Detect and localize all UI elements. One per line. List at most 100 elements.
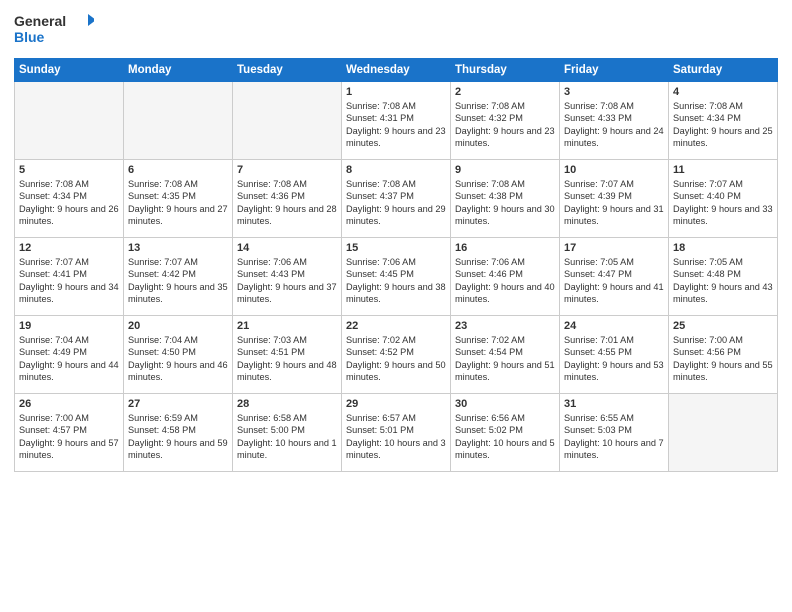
day-number: 21 xyxy=(237,320,337,332)
calendar-table: SundayMondayTuesdayWednesdayThursdayFrid… xyxy=(14,58,778,472)
weekday-header-sunday: Sunday xyxy=(15,59,124,82)
day-cell: 1Sunrise: 7:08 AMSunset: 4:31 PMDaylight… xyxy=(342,82,451,160)
day-number: 18 xyxy=(673,242,773,254)
day-cell: 2 Sunrise: 7:08 AMSunset: 4:32 PMDaylight… xyxy=(451,82,560,160)
cell-details: Sunrise: 6:59 AMSunset: 4:58 PMDaylight:… xyxy=(128,412,228,462)
day-number: 12 xyxy=(19,242,119,254)
day-number: 14 xyxy=(237,242,337,254)
logo: General Blue xyxy=(14,10,94,50)
day-number: 20 xyxy=(128,320,228,332)
day-number: 23 xyxy=(455,320,555,332)
day-cell: 19Sunrise: 7:04 AMSunset: 4:49 PMDayligh… xyxy=(15,316,124,394)
weekday-header-row: SundayMondayTuesdayWednesdayThursdayFrid… xyxy=(15,59,778,82)
day-number: 3 xyxy=(564,86,664,98)
day-cell: 16 Sunrise: 7:06 AMSunset: 4:46 PMDayligh… xyxy=(451,238,560,316)
day-number: 29 xyxy=(346,398,446,410)
cell-details: Sunrise: 7:07 AMSunset: 4:41 PMDaylight:… xyxy=(19,256,119,306)
weekday-header-thursday: Thursday xyxy=(451,59,560,82)
cell-details: Sunrise: 7:00 AMSunset: 4:56 PMDaylight:… xyxy=(673,334,773,384)
day-cell: 6Sunrise: 7:08 AMSunset: 4:35 PMDaylight… xyxy=(124,160,233,238)
day-number: 7 xyxy=(237,164,337,176)
page: General Blue SundayMondayTuesdayWednesda… xyxy=(0,0,792,612)
day-cell: 26 Sunrise: 7:00 AMSunset: 4:57 PMDayligh… xyxy=(15,394,124,472)
day-cell: 17 Sunrise: 7:05 AMSunset: 4:47 PMDayligh… xyxy=(560,238,669,316)
day-cell xyxy=(233,82,342,160)
cell-details: Sunrise: 7:08 AMSunset: 4:32 PMDaylight:… xyxy=(455,100,555,150)
cell-details: Sunrise: 6:58 AMSunset: 5:00 PMDaylight:… xyxy=(237,412,337,462)
day-number: 4 xyxy=(673,86,773,98)
day-number: 5 xyxy=(19,164,119,176)
day-number: 19 xyxy=(19,320,119,332)
day-cell: 3Sunrise: 7:08 AMSunset: 4:33 PMDaylight… xyxy=(560,82,669,160)
cell-details: Sunrise: 7:00 AMSunset: 4:57 PMDaylight:… xyxy=(19,412,119,462)
day-cell: 9 Sunrise: 7:08 AMSunset: 4:38 PMDaylight… xyxy=(451,160,560,238)
day-number: 31 xyxy=(564,398,664,410)
day-number: 2 xyxy=(455,86,555,98)
day-number: 24 xyxy=(564,320,664,332)
cell-details: Sunrise: 6:55 AMSunset: 5:03 PMDaylight:… xyxy=(564,412,664,462)
day-number: 22 xyxy=(346,320,446,332)
cell-details: Sunrise: 7:06 AMSunset: 4:45 PMDaylight:… xyxy=(346,256,446,306)
day-cell xyxy=(15,82,124,160)
day-cell: 20Sunrise: 7:04 AMSunset: 4:50 PMDayligh… xyxy=(124,316,233,394)
day-number: 8 xyxy=(346,164,446,176)
cell-details: Sunrise: 7:06 AMSunset: 4:43 PMDaylight:… xyxy=(237,256,337,306)
cell-details: Sunrise: 7:08 AMSunset: 4:34 PMDaylight:… xyxy=(673,100,773,150)
day-cell: 14 Sunrise: 7:06 AMSunset: 4:43 PMDayligh… xyxy=(233,238,342,316)
day-number: 16 xyxy=(455,242,555,254)
cell-details: Sunrise: 7:08 AMSunset: 4:36 PMDaylight:… xyxy=(237,178,337,228)
cell-details: Sunrise: 6:57 AMSunset: 5:01 PMDaylight:… xyxy=(346,412,446,462)
weekday-header-monday: Monday xyxy=(124,59,233,82)
day-number: 25 xyxy=(673,320,773,332)
day-cell: 29 Sunrise: 6:57 AMSunset: 5:01 PMDayligh… xyxy=(342,394,451,472)
cell-details: Sunrise: 7:07 AMSunset: 4:42 PMDaylight:… xyxy=(128,256,228,306)
cell-details: Sunrise: 7:08 AMSunset: 4:37 PMDaylight:… xyxy=(346,178,446,228)
cell-details: Sunrise: 7:05 AMSunset: 4:47 PMDaylight:… xyxy=(564,256,664,306)
day-cell: 31 Sunrise: 6:55 AMSunset: 5:03 PMDayligh… xyxy=(560,394,669,472)
logo-svg: General Blue xyxy=(14,10,94,50)
cell-details: Sunrise: 7:01 AMSunset: 4:55 PMDaylight:… xyxy=(564,334,664,384)
cell-details: Sunrise: 7:08 AMSunset: 4:35 PMDaylight:… xyxy=(128,178,228,228)
day-cell: 18 Sunrise: 7:05 AMSunset: 4:48 PMDayligh… xyxy=(669,238,778,316)
day-cell: 13 Sunrise: 7:07 AMSunset: 4:42 PMDayligh… xyxy=(124,238,233,316)
day-cell: 4 Sunrise: 7:08 AMSunset: 4:34 PMDaylight… xyxy=(669,82,778,160)
week-row-1: 5 Sunrise: 7:08 AMSunset: 4:34 PMDaylight… xyxy=(15,160,778,238)
day-cell: 25 Sunrise: 7:00 AMSunset: 4:56 PMDayligh… xyxy=(669,316,778,394)
day-cell: 10Sunrise: 7:07 AMSunset: 4:39 PMDayligh… xyxy=(560,160,669,238)
day-cell xyxy=(669,394,778,472)
svg-text:Blue: Blue xyxy=(14,29,45,45)
day-cell: 7 Sunrise: 7:08 AMSunset: 4:36 PMDaylight… xyxy=(233,160,342,238)
week-row-2: 12 Sunrise: 7:07 AMSunset: 4:41 PMDayligh… xyxy=(15,238,778,316)
day-cell: 30 Sunrise: 6:56 AMSunset: 5:02 PMDayligh… xyxy=(451,394,560,472)
cell-details: Sunrise: 7:08 AMSunset: 4:34 PMDaylight:… xyxy=(19,178,119,228)
day-cell: 24 Sunrise: 7:01 AMSunset: 4:55 PMDayligh… xyxy=(560,316,669,394)
day-number: 9 xyxy=(455,164,555,176)
day-cell: 8 Sunrise: 7:08 AMSunset: 4:37 PMDaylight… xyxy=(342,160,451,238)
day-number: 30 xyxy=(455,398,555,410)
day-number: 13 xyxy=(128,242,228,254)
day-number: 15 xyxy=(346,242,446,254)
cell-details: Sunrise: 7:07 AMSunset: 4:39 PMDaylight:… xyxy=(564,178,664,228)
day-cell: 21Sunrise: 7:03 AMSunset: 4:51 PMDayligh… xyxy=(233,316,342,394)
day-cell: 11Sunrise: 7:07 AMSunset: 4:40 PMDayligh… xyxy=(669,160,778,238)
cell-details: Sunrise: 7:05 AMSunset: 4:48 PMDaylight:… xyxy=(673,256,773,306)
cell-details: Sunrise: 7:07 AMSunset: 4:40 PMDaylight:… xyxy=(673,178,773,228)
weekday-header-tuesday: Tuesday xyxy=(233,59,342,82)
day-cell: 5 Sunrise: 7:08 AMSunset: 4:34 PMDaylight… xyxy=(15,160,124,238)
week-row-0: 1Sunrise: 7:08 AMSunset: 4:31 PMDaylight… xyxy=(15,82,778,160)
weekday-header-wednesday: Wednesday xyxy=(342,59,451,82)
cell-details: Sunrise: 7:08 AMSunset: 4:31 PMDaylight:… xyxy=(346,100,446,150)
day-number: 26 xyxy=(19,398,119,410)
day-cell: 28Sunrise: 6:58 AMSunset: 5:00 PMDayligh… xyxy=(233,394,342,472)
cell-details: Sunrise: 6:56 AMSunset: 5:02 PMDaylight:… xyxy=(455,412,555,462)
day-cell: 23Sunrise: 7:02 AMSunset: 4:54 PMDayligh… xyxy=(451,316,560,394)
weekday-header-saturday: Saturday xyxy=(669,59,778,82)
day-number: 17 xyxy=(564,242,664,254)
cell-details: Sunrise: 7:06 AMSunset: 4:46 PMDaylight:… xyxy=(455,256,555,306)
svg-text:General: General xyxy=(14,13,66,29)
day-cell: 27Sunrise: 6:59 AMSunset: 4:58 PMDayligh… xyxy=(124,394,233,472)
cell-details: Sunrise: 7:08 AMSunset: 4:38 PMDaylight:… xyxy=(455,178,555,228)
weekday-header-friday: Friday xyxy=(560,59,669,82)
header: General Blue xyxy=(14,10,778,50)
day-cell: 15 Sunrise: 7:06 AMSunset: 4:45 PMDayligh… xyxy=(342,238,451,316)
